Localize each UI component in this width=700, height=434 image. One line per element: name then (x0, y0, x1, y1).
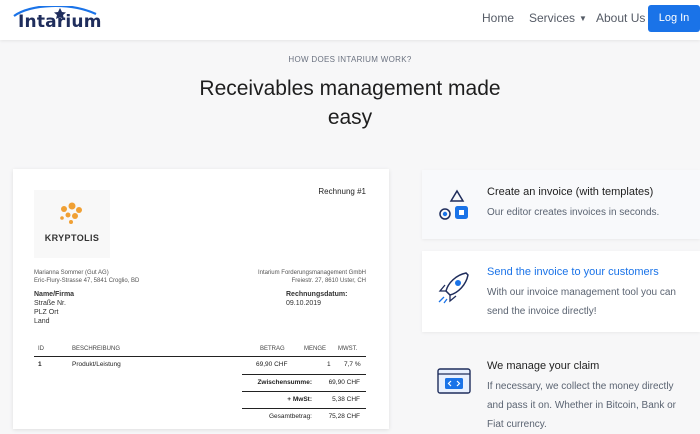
login-button[interactable]: Log In (648, 5, 700, 32)
row-description: Produkt/Leistung (72, 361, 121, 368)
column-header: MENGE (304, 346, 327, 352)
feature-description: Our editor creates invoices in seconds. (487, 207, 660, 218)
column-header: BETRAG (260, 346, 285, 352)
nav-home-link[interactable]: Home (482, 0, 514, 40)
row-vat: 7,7 % (344, 361, 361, 368)
date-value: 09.10.2019 (286, 300, 322, 307)
feature-card-create-invoice[interactable]: Create an invoice (with templates) Our e… (422, 170, 700, 239)
subtotal-label: Zwischensumme: (257, 379, 312, 386)
recipient-line: Land (34, 318, 50, 325)
brand-logo-box: KRYPTOLIS (34, 190, 110, 258)
vat-label: + MwSt: (287, 396, 312, 403)
page-title: Receivables management made easy (199, 77, 501, 129)
recipient-line: Name/Firma (34, 291, 75, 298)
feature-description: If necessary, we collect the money direc… (487, 381, 676, 430)
divider (242, 374, 366, 375)
divider (242, 391, 366, 392)
feature-card-manage-claim[interactable]: We manage your claim If necessary, we co… (422, 345, 700, 430)
rocket-icon (438, 272, 469, 304)
row-id: 1 (38, 361, 42, 368)
sender-address: Marianna Sommer (Gut AG) Eric-Flury-Stra… (34, 269, 139, 285)
invoice-preview-card: Rechnung #1 KRYPTOLIS Marianna Sommer (G… (13, 169, 389, 429)
column-header: BESCHREIBUNG (72, 346, 121, 352)
top-navigation-bar: Intarium Home Services ▼ About Us Log In (0, 0, 700, 40)
chevron-down-icon: ▼ (579, 14, 587, 23)
company-address: Intarium Forderungsmanagement GmbH Freie… (258, 269, 366, 285)
date-label: Rechnungsdatum: (286, 291, 348, 298)
company-line: Intarium Forderungsmanagement GmbH (257, 270, 366, 276)
vat-row: + MwSt: 5,38 CHF (242, 393, 366, 407)
brand-name: KRYPTOLIS (44, 233, 100, 243)
row-quantity: 1 (327, 361, 331, 368)
invoice-number: Rechnung #1 (318, 187, 366, 196)
nav-about-link[interactable]: About Us (596, 0, 645, 40)
column-header: MWST. (338, 346, 358, 352)
feature-title: Create an invoice (with templates) (487, 186, 654, 198)
company-line: Freiestr. 27, 8610 Uster, CH (291, 278, 366, 284)
code-window-icon (437, 368, 471, 394)
kryptolis-dots-icon (60, 202, 82, 224)
section-eyebrow: HOW DOES INTARIUM WORK? (288, 55, 412, 64)
row-amount: 69,90 CHF (256, 361, 288, 368)
invoice-table-header: ID BESCHREIBUNG BETRAG MENGE MWST. (34, 342, 366, 357)
sender-line: Marianna Sommer (Gut AG) (34, 270, 109, 276)
divider (242, 408, 366, 409)
recipient-line: PLZ Ort (34, 309, 59, 316)
feature-description: With our invoice management tool you can… (487, 287, 676, 317)
column-header: ID (38, 346, 44, 352)
total-value: 75,28 CHF (328, 413, 360, 420)
subtotal-value: 69,90 CHF (328, 379, 360, 386)
feature-card-send-invoice[interactable]: Send the invoice to your customers With … (422, 251, 700, 332)
feature-title-link[interactable]: Send the invoice to your customers (487, 266, 659, 278)
sender-line: Eric-Flury-Strasse 47, 5841 Croglio, BD (34, 278, 140, 284)
vat-value: 5,38 CHF (332, 396, 360, 403)
logo-text[interactable]: Intarium (18, 12, 102, 32)
table-row: 1 Produkt/Leistung 69,90 CHF 1 7,7 % (34, 359, 366, 373)
invoice-template-icon (439, 189, 468, 220)
invoice-date: Rechnungsdatum: 09.10.2019 (286, 290, 366, 308)
total-row: Gesamtbetrag: 75,28 CHF (242, 410, 366, 424)
feature-title: We manage your claim (487, 360, 600, 372)
nav-services-dropdown[interactable]: Services ▼ (529, 0, 587, 40)
total-label: Gesamtbetrag: (269, 413, 312, 420)
subtotal-row: Zwischensumme: 69,90 CHF (242, 376, 366, 390)
recipient-line: Straße Nr. (34, 300, 66, 307)
recipient-address: Name/Firma Straße Nr. PLZ Ort Land (34, 290, 74, 326)
nav-services-label: Services (529, 11, 576, 25)
